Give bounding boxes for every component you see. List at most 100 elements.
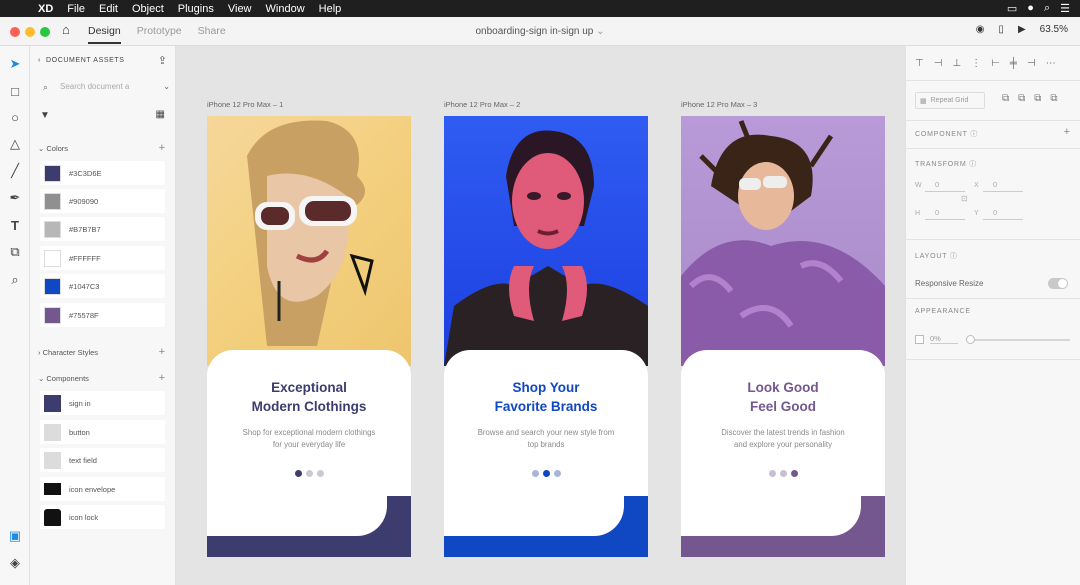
woman-fur-coat-illustration (681, 120, 885, 366)
assets-header[interactable]: ‹ DOCUMENT ASSETS (38, 57, 125, 64)
lock-aspect-icon[interactable]: ⊡ (961, 194, 968, 203)
assets-panel-icon[interactable]: ▣ (7, 528, 23, 544)
opacity-slider-handle[interactable] (966, 335, 975, 344)
pagination-dot (305, 470, 313, 477)
user-icon[interactable]: ● (1027, 2, 1034, 15)
width-field[interactable]: 0 (925, 180, 965, 192)
canvas[interactable]: iPhone 12 Pro Max – 1 Exceptional Modern… (176, 46, 905, 585)
colors-section-header[interactable]: ⌄ Colors (38, 144, 68, 153)
boolean-subtract-icon[interactable]: ⧉ (1018, 93, 1025, 104)
sign-in-button[interactable]: Sign in (207, 517, 411, 531)
y-field[interactable]: 0 (983, 208, 1023, 220)
artboard-3[interactable]: Look Good Feel Good Discover the latest … (681, 116, 885, 557)
add-character-style-icon[interactable]: + (159, 346, 165, 358)
opacity-checkbox[interactable] (915, 335, 924, 344)
color-swatch (44, 277, 61, 295)
align-middle-icon[interactable]: ⊣ (934, 58, 943, 69)
zoom-level[interactable]: 63.5% (1040, 24, 1068, 35)
chevron-down-icon[interactable]: ⌄ (163, 82, 170, 91)
boolean-add-icon[interactable]: ⧉ (1002, 93, 1009, 104)
add-component-icon[interactable]: + (159, 372, 165, 384)
repeat-grid-button[interactable]: ▦ Repeat Grid (915, 92, 985, 109)
boolean-exclude-icon[interactable]: ⧉ (1050, 93, 1057, 104)
transform-section-header: TRANSFORM ⓘ (915, 161, 978, 168)
grid-view-icon[interactable]: ▦ (156, 109, 165, 120)
lock-icon (44, 508, 61, 526)
color-swatch-row[interactable]: #75578F (40, 303, 165, 327)
ellipse-tool-icon[interactable]: ○ (7, 109, 23, 125)
height-field[interactable]: 0 (925, 208, 965, 220)
menu-app[interactable]: XD (38, 3, 53, 15)
color-swatch (44, 249, 61, 267)
document-title[interactable]: onboarding-sign in-sign up ⌄ (0, 26, 1080, 37)
artboard-label[interactable]: iPhone 12 Pro Max – 3 (681, 100, 757, 109)
onboarding-title: Exceptional Modern Clothings (251, 380, 367, 414)
menu-help[interactable]: Help (319, 3, 342, 15)
align-right-icon[interactable]: ⊣ (1027, 58, 1036, 69)
opacity-slider[interactable] (966, 335, 1070, 344)
device-preview-icon[interactable]: ▯ (998, 24, 1004, 35)
export-icon[interactable]: ⇪ (158, 54, 167, 67)
layers-panel-icon[interactable]: ◈ (7, 555, 23, 571)
artboard-tool-icon[interactable]: ⧉ (7, 244, 23, 260)
align-left-icon[interactable]: ⊢ (991, 58, 1000, 69)
play-icon[interactable]: ▶ (1018, 24, 1026, 35)
menu-window[interactable]: Window (266, 3, 305, 15)
repeat-grid-icon: ▦ (920, 97, 927, 105)
artboard-1[interactable]: Exceptional Modern Clothings Shop for ex… (207, 116, 411, 557)
color-swatch-row[interactable]: #B7B7B7 (40, 217, 165, 241)
text-tool-icon[interactable]: T (7, 217, 23, 233)
menu-view[interactable]: View (228, 3, 252, 15)
screen-icon[interactable]: ▭ (1007, 2, 1017, 15)
opacity-field[interactable]: 0% (930, 334, 958, 344)
account-icon[interactable]: ◉ (976, 24, 985, 35)
component-item[interactable]: button (40, 420, 165, 444)
tool-bar: ➤ □ ○ △ ╱ ✒ T ⧉ ⌕ ▣ ◈ (0, 46, 30, 585)
zoom-tool-icon[interactable]: ⌕ (7, 272, 23, 288)
color-swatch-row[interactable]: #FFFFFF (40, 246, 165, 270)
add-color-icon[interactable]: + (159, 142, 165, 154)
x-field[interactable]: 0 (983, 180, 1023, 192)
boolean-intersect-icon[interactable]: ⧉ (1034, 93, 1041, 104)
align-bottom-icon[interactable]: ⊥ (952, 58, 961, 69)
menu-edit[interactable]: Edit (99, 3, 118, 15)
pagination-dot-active (790, 470, 798, 477)
align-top-icon[interactable]: ⊤ (915, 58, 924, 69)
distribute-vertical-icon[interactable]: ⋮ (971, 58, 981, 69)
components-header[interactable]: ⌄ Components (38, 374, 89, 383)
menu-object[interactable]: Object (132, 3, 164, 15)
info-icon: ⓘ (949, 253, 958, 260)
appearance-section-header: APPEARANCE (915, 308, 971, 315)
select-tool-icon[interactable]: ➤ (7, 56, 23, 72)
pen-tool-icon[interactable]: ✒ (7, 190, 23, 206)
rectangle-tool-icon[interactable]: □ (7, 83, 23, 99)
property-inspector: ⊤ ⊣ ⊥ ⋮ ⊢ ╪ ⊣ ⋯ ▦ Repeat Grid ⧉ ⧉ ⧉ ⧉ COM… (905, 46, 1080, 585)
polygon-tool-icon[interactable]: △ (7, 136, 23, 152)
filter-icon[interactable]: ▼ (40, 110, 50, 121)
artboard-label[interactable]: iPhone 12 Pro Max – 1 (207, 100, 283, 109)
sign-in-button[interactable]: Sign in (681, 517, 885, 531)
align-toolbar: ⊤ ⊣ ⊥ ⋮ ⊢ ╪ ⊣ ⋯ (915, 58, 1056, 69)
component-item[interactable]: text field (40, 448, 165, 472)
color-swatch-row[interactable]: #909090 (40, 189, 165, 213)
menu-file[interactable]: File (67, 3, 85, 15)
align-center-icon[interactable]: ╪ (1010, 58, 1017, 69)
artboard-label[interactable]: iPhone 12 Pro Max – 2 (444, 100, 520, 109)
component-item[interactable]: sign in (40, 391, 165, 415)
artboard-2[interactable]: Shop Your Favorite Brands Browse and sea… (444, 116, 648, 557)
add-component-icon[interactable]: + (1064, 126, 1070, 138)
character-styles-header[interactable]: › Character Styles (38, 348, 98, 357)
search-input[interactable]: ⌕ Search document a ⌄ (40, 82, 170, 96)
distribute-horizontal-icon[interactable]: ⋯ (1046, 58, 1056, 69)
search-icon[interactable]: ⌕ (1044, 2, 1050, 15)
component-item[interactable]: icon lock (40, 505, 165, 529)
color-swatch-row[interactable]: #3C3D6E (40, 161, 165, 185)
sign-in-button[interactable]: Sign in (444, 517, 648, 531)
color-swatch-row[interactable]: #1047C3 (40, 274, 165, 298)
hero-photo (207, 116, 411, 366)
list-icon[interactable]: ☰ (1060, 2, 1070, 15)
responsive-resize-toggle[interactable] (1048, 278, 1068, 289)
component-item[interactable]: icon envelope (40, 477, 165, 501)
line-tool-icon[interactable]: ╱ (7, 163, 23, 179)
menu-plugins[interactable]: Plugins (178, 3, 214, 15)
